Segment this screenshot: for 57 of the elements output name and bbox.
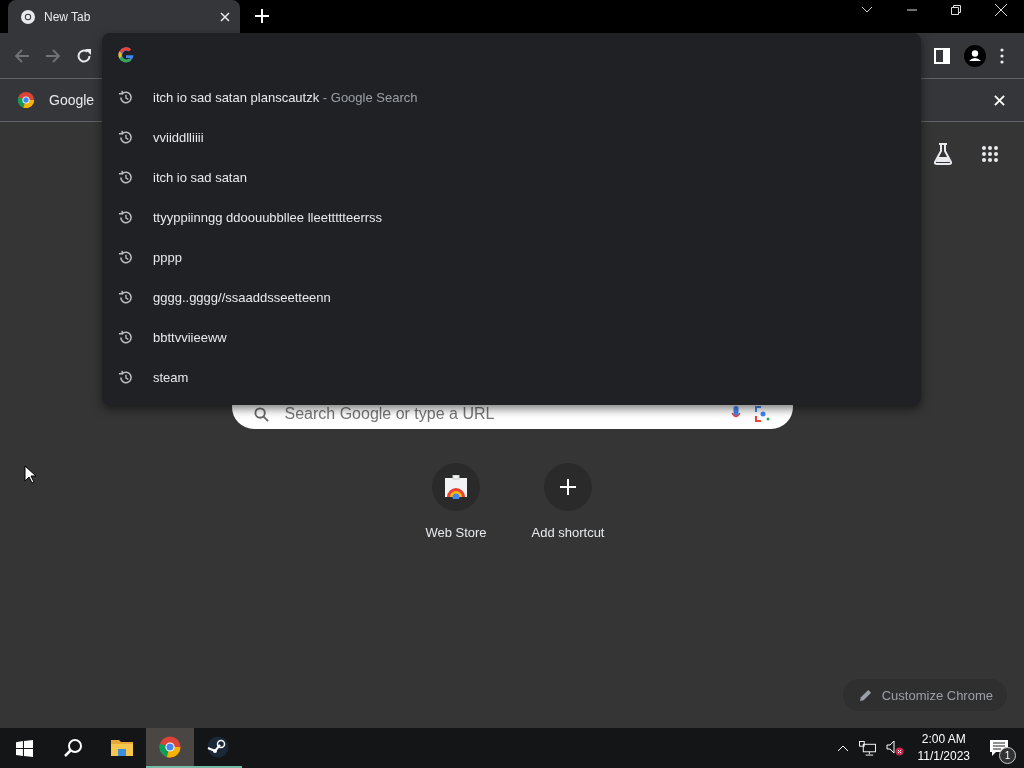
folder-icon: [111, 738, 133, 756]
notifications-button[interactable]: 1: [984, 733, 1014, 763]
history-icon: [118, 169, 133, 185]
suggestion-item[interactable]: bbttvviieeww: [102, 317, 921, 357]
minimize-icon[interactable]: [907, 8, 917, 11]
suggestion-item[interactable]: itch io sad satan: [102, 157, 921, 197]
browser-tab[interactable]: New Tab: [8, 0, 240, 33]
shortcut-tile[interactable]: Web Store: [400, 463, 512, 540]
menu-icon[interactable]: [1000, 47, 1004, 64]
chevron-up-icon[interactable]: [836, 744, 849, 752]
clock-date: 11/1/2023: [917, 748, 970, 765]
side-panel-icon[interactable]: [934, 47, 950, 64]
pencil-icon: [858, 688, 872, 702]
steam-logo-icon: [207, 736, 229, 758]
history-icon: [118, 129, 133, 145]
suggestion-item[interactable]: itch io sad satan planscautzk - Google Search: [102, 77, 921, 117]
reload-icon[interactable]: [76, 47, 92, 64]
search-icon[interactable]: [63, 738, 83, 758]
mouse-cursor-icon: [24, 465, 36, 484]
history-icon: [118, 89, 133, 105]
close-icon[interactable]: [220, 11, 230, 22]
chrome-icon: [20, 8, 36, 25]
shortcut-tile[interactable]: Add shortcut: [512, 463, 624, 540]
suggestion-item[interactable]: vviiddlliiii: [102, 117, 921, 157]
restore-icon[interactable]: [951, 4, 961, 15]
profile-avatar-icon[interactable]: [964, 44, 986, 67]
windows-start-icon[interactable]: [16, 739, 33, 757]
suggestion-item[interactable]: ttyyppiinngg ddoouubbllee lleettttteerrss: [102, 197, 921, 237]
new-tab-icon[interactable]: [255, 9, 269, 23]
search-icon: [253, 406, 269, 422]
history-icon: [118, 329, 133, 345]
history-icon: [118, 249, 133, 265]
chrome-logo-icon: [17, 91, 35, 109]
chrome-logo-icon: [159, 736, 181, 758]
apps-grid-icon[interactable]: [981, 145, 999, 163]
history-icon: [118, 209, 133, 225]
network-icon[interactable]: [858, 740, 876, 756]
chevron-down-icon[interactable]: [861, 5, 873, 14]
suggestion-item[interactable]: pppp: [102, 237, 921, 277]
notification-count: 1: [999, 747, 1016, 764]
close-icon[interactable]: [995, 3, 1007, 16]
history-icon: [118, 369, 133, 385]
suggestion-item[interactable]: steam: [102, 357, 921, 397]
clock[interactable]: 2:00 AM 11/1/2023: [917, 731, 970, 765]
camera-lens-icon[interactable]: [754, 406, 771, 422]
tab-title: New Tab: [44, 9, 92, 24]
google-g-icon: [118, 47, 134, 63]
info-bar-text: Google: [49, 92, 95, 108]
search-field[interactable]: Search Google or type a URL: [282, 404, 717, 424]
suggestion-item[interactable]: gggg..gggg//ssaaddsseetteenn: [102, 277, 921, 317]
flask-icon[interactable]: [933, 143, 953, 165]
speaker-icon[interactable]: [885, 740, 904, 756]
customize-chrome-button[interactable]: Customize Chrome: [842, 679, 1007, 711]
history-icon: [118, 289, 133, 305]
store-icon: [444, 475, 468, 499]
clock-time: 2:00 AM: [921, 731, 966, 748]
plus-icon: [560, 479, 576, 495]
